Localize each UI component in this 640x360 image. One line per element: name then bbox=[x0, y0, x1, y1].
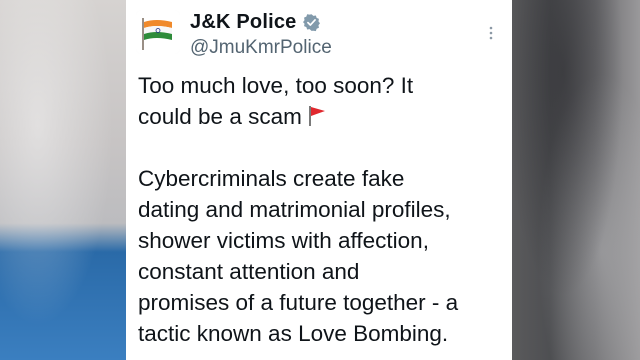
tweet-text-line: could be a scam bbox=[138, 101, 510, 132]
tweet-text-line: tactic known as Love Bombing. bbox=[138, 321, 449, 346]
tweet-text-line: Cybercriminals create fake bbox=[138, 166, 405, 191]
display-name[interactable]: J&K Police bbox=[190, 11, 296, 34]
tweet-text: Too much love, too soon? It could be a s… bbox=[138, 70, 510, 349]
more-options-icon[interactable] bbox=[482, 24, 500, 42]
red-flag-emoji-icon bbox=[306, 103, 328, 127]
background-highlight-left bbox=[0, 0, 126, 360]
name-row: J&K Police bbox=[190, 10, 321, 34]
tweet-text-line: dating and matrimonial profiles, bbox=[138, 197, 451, 222]
verified-badge-icon bbox=[302, 13, 321, 32]
tweet-text-line: shower victims with affection, bbox=[138, 228, 429, 253]
tweet-card: J&K Police @JmuKmrPolice Too much love, … bbox=[126, 0, 512, 360]
background-shade-right bbox=[512, 0, 640, 360]
tweet-header: J&K Police @JmuKmrPolice bbox=[136, 6, 502, 62]
tweet-text-segment: could be a scam bbox=[138, 104, 302, 129]
tweet-text-line: promises of a future together - a bbox=[138, 290, 459, 315]
india-flag-avatar-icon bbox=[136, 10, 180, 54]
video-frame: J&K Police @JmuKmrPolice Too much love, … bbox=[0, 0, 640, 360]
tweet-text-line: Too much love, too soon? It bbox=[138, 73, 414, 98]
tweet-text-line: constant attention and bbox=[138, 259, 360, 284]
handle[interactable]: @JmuKmrPolice bbox=[190, 37, 332, 59]
avatar[interactable] bbox=[136, 10, 180, 54]
